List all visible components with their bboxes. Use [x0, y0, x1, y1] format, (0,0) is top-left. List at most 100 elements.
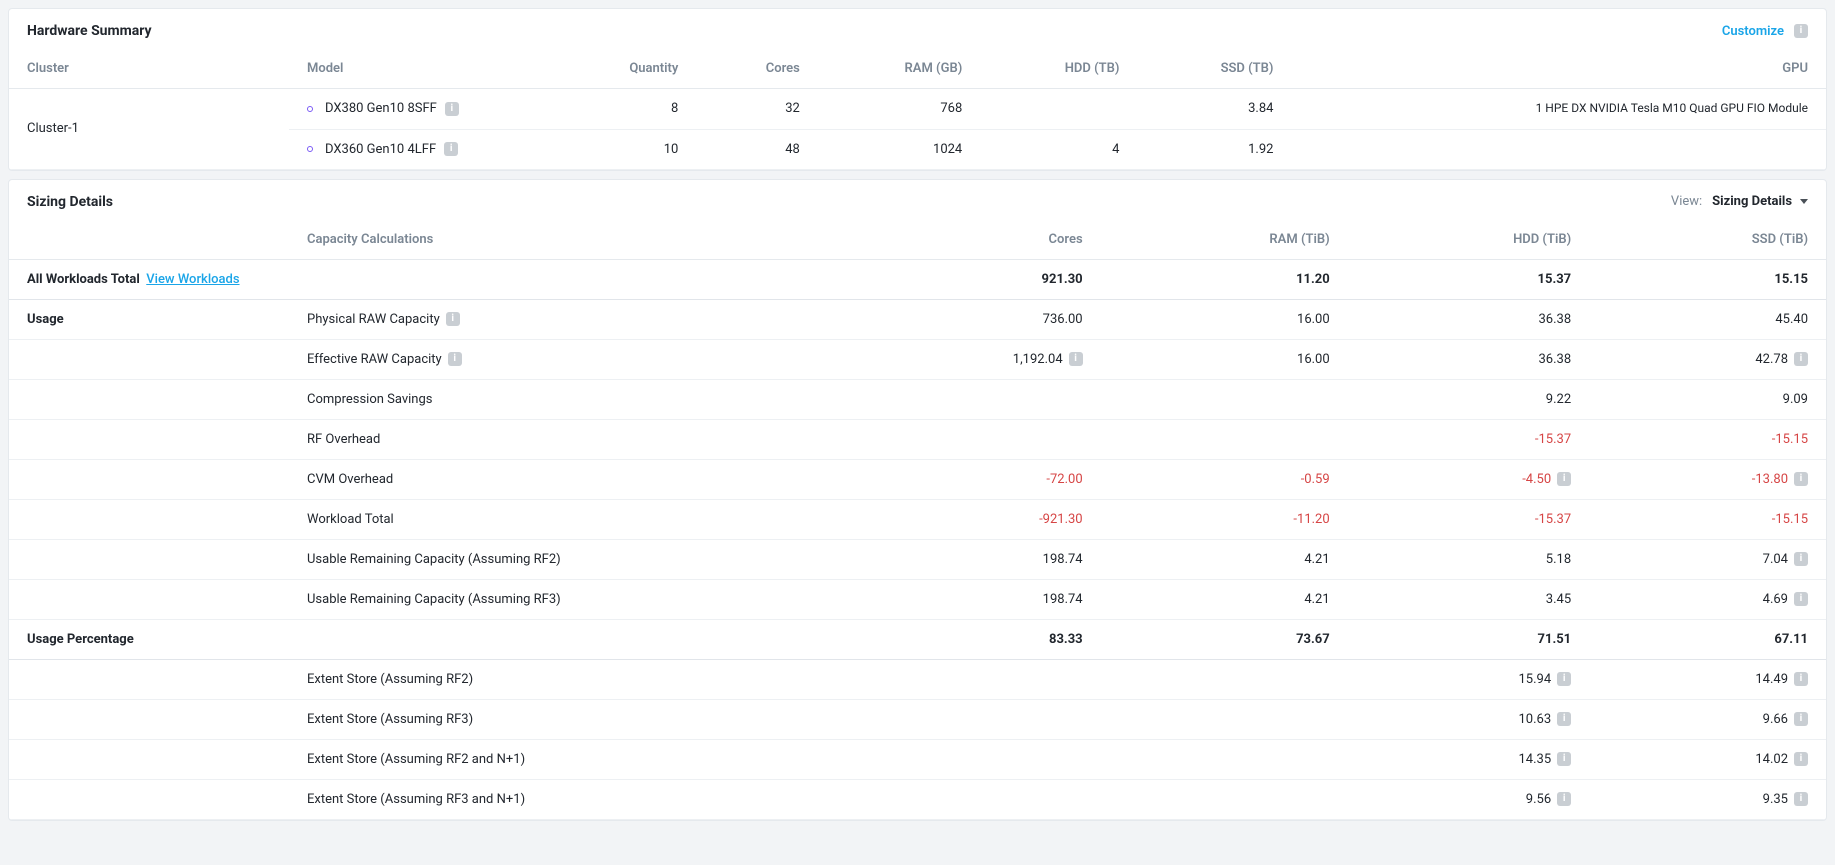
table-row: Extent Store (Assuming RF2 and N+1)14.35…: [9, 739, 1826, 779]
table-row: Cluster-1DX380 Gen10 8SFF8327683.841 HPE…: [9, 89, 1826, 130]
capacity-label: Extent Store (Assuming RF2): [289, 659, 829, 699]
table-row: UsagePhysical RAW Capacity736.0016.0036.…: [9, 299, 1826, 339]
cell-ram: 1024: [818, 129, 980, 169]
col-quantity[interactable]: Quantity: [549, 49, 696, 89]
col-ram[interactable]: RAM (GB): [818, 49, 980, 89]
info-icon[interactable]: [1794, 792, 1808, 806]
info-icon[interactable]: [1069, 352, 1083, 366]
info-icon[interactable]: [1794, 352, 1808, 366]
cell-ram: 16.00: [1101, 299, 1348, 339]
cell-cores: [829, 419, 1101, 459]
cell-cores: [829, 659, 1101, 699]
capacity-calc-name: Extent Store (Assuming RF3): [307, 712, 473, 727]
view-workloads-link[interactable]: View Workloads: [146, 272, 239, 287]
info-icon[interactable]: [1557, 472, 1571, 486]
info-icon[interactable]: [448, 352, 462, 366]
info-icon[interactable]: [1794, 592, 1808, 606]
cell-cores: [829, 379, 1101, 419]
capacity-label: Compression Savings: [289, 379, 829, 419]
capacity-label: [289, 259, 829, 299]
hardware-summary-header: Hardware Summary Customize: [9, 9, 1826, 49]
col-ram[interactable]: RAM (TiB): [1101, 220, 1348, 260]
cell-hdd: 15.37: [1348, 259, 1589, 299]
capacity-calc-name: Effective RAW Capacity: [307, 352, 442, 367]
table-row: Workload Total-921.30-11.20-15.37-15.15: [9, 499, 1826, 539]
row-group-label: [9, 339, 289, 379]
cell-hdd: 9.22: [1348, 379, 1589, 419]
table-row: Usable Remaining Capacity (Assuming RF2)…: [9, 539, 1826, 579]
capacity-label: Effective RAW Capacity: [289, 339, 829, 379]
row-group-label: [9, 739, 289, 779]
info-icon[interactable]: [1794, 752, 1808, 766]
capacity-calc-name: Usable Remaining Capacity (Assuming RF3): [307, 592, 561, 607]
cell-hdd: 36.38: [1348, 299, 1589, 339]
col-hdd[interactable]: HDD (TB): [980, 49, 1137, 89]
info-icon[interactable]: [1794, 552, 1808, 566]
model-name: DX360 Gen10 4LFF: [325, 142, 436, 157]
capacity-calc-name: Extent Store (Assuming RF3 and N+1): [307, 792, 525, 807]
info-icon[interactable]: [1794, 712, 1808, 726]
table-row: Extent Store (Assuming RF2)15.9414.49: [9, 659, 1826, 699]
capacity-label: Extent Store (Assuming RF3 and N+1): [289, 779, 829, 819]
cell-quantity: 8: [549, 89, 696, 130]
table-row: All Workloads Total View Workloads 921.30…: [9, 259, 1826, 299]
info-icon: [1794, 24, 1808, 38]
chevron-down-icon: [1800, 199, 1808, 204]
sizing-details-table: Capacity Calculations Cores RAM (TiB) HD…: [9, 220, 1826, 820]
cell-cores: 32: [696, 89, 817, 130]
info-icon[interactable]: [1557, 792, 1571, 806]
view-select[interactable]: Sizing Details: [1712, 194, 1808, 209]
row-group-label: [9, 579, 289, 619]
cell-ssd: 3.84: [1137, 89, 1291, 130]
cell-hdd: 9.56: [1348, 779, 1589, 819]
col-ssd[interactable]: SSD (TB): [1137, 49, 1291, 89]
info-icon[interactable]: [445, 102, 459, 116]
customize-label: Customize: [1722, 24, 1784, 39]
capacity-label: Physical RAW Capacity: [289, 299, 829, 339]
table-row: Extent Store (Assuming RF3)10.639.66: [9, 699, 1826, 739]
cell-cores: 48: [696, 129, 817, 169]
cell-hdd: -4.50: [1348, 459, 1589, 499]
cell-hdd: [980, 89, 1137, 130]
cell-cores: 921.30: [829, 259, 1101, 299]
cell-ssd: 15.15: [1589, 259, 1826, 299]
customize-button[interactable]: Customize: [1722, 24, 1808, 39]
table-row: Usage Percentage83.3373.6771.5167.11: [9, 619, 1826, 659]
cell-cores: 198.74: [829, 539, 1101, 579]
info-icon[interactable]: [1557, 712, 1571, 726]
cell-cores: -921.30: [829, 499, 1101, 539]
info-icon[interactable]: [1794, 672, 1808, 686]
all-workloads-label: All Workloads Total: [27, 272, 140, 287]
table-row: Usable Remaining Capacity (Assuming RF3)…: [9, 579, 1826, 619]
col-blank: [9, 220, 289, 260]
cell-ssd: -13.80: [1589, 459, 1826, 499]
hardware-summary-card: Hardware Summary Customize Cluster Model…: [8, 8, 1827, 171]
cell-hdd: 36.38: [1348, 339, 1589, 379]
info-icon[interactable]: [446, 312, 460, 326]
capacity-label: [289, 619, 829, 659]
info-icon[interactable]: [1557, 672, 1571, 686]
cell-ram: 11.20: [1101, 259, 1348, 299]
col-cores[interactable]: Cores: [696, 49, 817, 89]
col-model[interactable]: Model: [289, 49, 549, 89]
cell-hdd: 4: [980, 129, 1137, 169]
info-icon[interactable]: [444, 142, 458, 156]
cell-ram: [1101, 379, 1348, 419]
info-icon[interactable]: [1794, 472, 1808, 486]
cell-cores: 83.33: [829, 619, 1101, 659]
cell-ram: 768: [818, 89, 980, 130]
cell-hdd: 15.94: [1348, 659, 1589, 699]
model-cell: DX360 Gen10 4LFF: [289, 129, 549, 169]
col-capacity[interactable]: Capacity Calculations: [289, 220, 829, 260]
row-group-label: [9, 539, 289, 579]
capacity-label: Usable Remaining Capacity (Assuming RF3): [289, 579, 829, 619]
cell-hdd: 14.35: [1348, 739, 1589, 779]
col-gpu[interactable]: GPU: [1291, 49, 1826, 89]
col-cores[interactable]: Cores: [829, 220, 1101, 260]
table-row: Compression Savings9.229.09: [9, 379, 1826, 419]
col-cluster[interactable]: Cluster: [9, 49, 289, 89]
info-icon[interactable]: [1557, 752, 1571, 766]
row-group-label: Usage Percentage: [9, 619, 289, 659]
col-ssd[interactable]: SSD (TiB): [1589, 220, 1826, 260]
col-hdd[interactable]: HDD (TiB): [1348, 220, 1589, 260]
